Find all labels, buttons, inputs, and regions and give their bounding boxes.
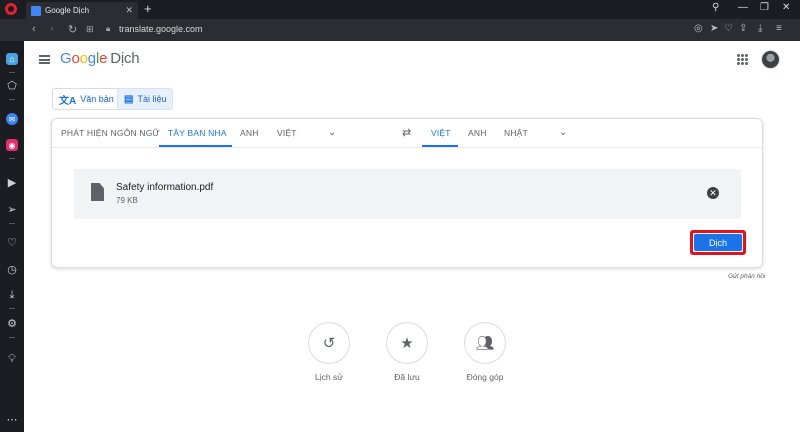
back-icon[interactable]: ‹: [32, 23, 36, 35]
avatar[interactable]: [761, 50, 780, 69]
address-bar: ‹ › ↻ ⊞ 🔒︎ translate.google.com ◎ ➤ ♡ ⇪ …: [0, 19, 800, 41]
history-clock-icon[interactable]: ◷: [6, 263, 18, 276]
browser-sidebar: ⌂ ⬠ ✉ ◉ ▶ ➢ ♡ ◷ ⤓ ⚙ 💡︎ ⋯: [0, 41, 24, 432]
remove-file-icon[interactable]: ✕: [707, 187, 719, 199]
divider: [9, 223, 15, 224]
saved-label: Đã lưu: [394, 372, 420, 382]
star-icon[interactable]: ★: [386, 322, 428, 364]
opera-logo-icon[interactable]: [5, 3, 17, 15]
file-name: Safety information.pdf: [116, 182, 214, 193]
minimize-icon[interactable]: —: [738, 2, 748, 13]
new-tab-icon[interactable]: +: [144, 1, 152, 16]
send-icon[interactable]: ➤: [710, 23, 718, 34]
google-translate-favicon-icon: [31, 5, 41, 16]
lightbulb-icon[interactable]: 💡︎: [6, 353, 18, 365]
document-mode-label: Tài liệu: [137, 94, 167, 104]
file-icon: [91, 183, 104, 201]
tab-close-icon[interactable]: ✕: [125, 5, 133, 16]
translate-button[interactable]: Dịch: [694, 234, 742, 251]
lock-icon: 🔒︎: [106, 24, 111, 33]
tab-title: Google Dịch: [45, 6, 90, 15]
document-icon: ▤: [124, 93, 134, 105]
language-bar: PHÁT HIỆN NGÔN NGỮ TÂY BAN NHA ANH VIỆT …: [52, 119, 762, 148]
google-translate-page: Google Dịch 文A Văn bản ▤ Tài liệu PHÁT HI…: [24, 41, 800, 432]
divider: [9, 337, 15, 338]
divider: [9, 158, 15, 159]
logo-google: Google: [60, 50, 108, 67]
translate-icon: 文A: [59, 95, 77, 107]
settings-gear-icon[interactable]: ⚙: [6, 317, 18, 330]
history-icon[interactable]: ↺: [308, 322, 350, 364]
target-lang-japanese[interactable]: NHẬT: [504, 128, 528, 138]
source-lang-selected-indicator: [159, 145, 232, 147]
source-lang-more-chevron-icon[interactable]: ⌄: [328, 127, 336, 138]
file-size: 79 KB: [116, 196, 138, 205]
history-item[interactable]: ↺ Lịch sử: [299, 322, 359, 382]
messenger-icon[interactable]: ✉: [6, 113, 18, 125]
divider: [9, 308, 15, 309]
text-mode-button[interactable]: 文A Văn bản: [52, 88, 121, 110]
source-lang-detect[interactable]: PHÁT HIỆN NGÔN NGỮ: [61, 128, 160, 138]
share-icon[interactable]: ⇪: [739, 23, 747, 34]
player-icon[interactable]: ▶: [6, 176, 18, 189]
send-feedback-link[interactable]: Gửi phản hồi: [728, 273, 765, 280]
camera-icon[interactable]: ◎: [694, 23, 703, 34]
browser-tab-bar: Google Dịch ✕ + ⚲ — ❐ ✕: [0, 0, 800, 19]
reload-icon[interactable]: ↻: [68, 23, 77, 36]
logo-suffix: Dịch: [110, 50, 140, 67]
heart-icon[interactable]: ♡: [724, 23, 733, 34]
history-label: Lịch sử: [315, 372, 343, 382]
divider: [9, 72, 15, 73]
contribute-people-icon[interactable]: 👥︎: [464, 322, 506, 364]
menu-icon[interactable]: ≡: [776, 23, 782, 34]
contribute-item[interactable]: 👥︎ Đóng góp: [455, 322, 515, 382]
text-mode-label: Văn bản: [80, 94, 114, 104]
divider: [9, 99, 15, 100]
speed-dial-pin-icon[interactable]: ⬠: [6, 79, 18, 92]
browser-tab[interactable]: Google Dịch ✕: [26, 2, 138, 19]
google-apps-icon[interactable]: [737, 54, 748, 65]
swap-languages-icon[interactable]: ⇄: [402, 126, 411, 139]
maximize-icon[interactable]: ❐: [760, 2, 769, 13]
bookmarks-heart-icon[interactable]: ♡: [6, 236, 18, 249]
forward-icon[interactable]: ›: [50, 23, 54, 35]
uploaded-file: Safety information.pdf 79 KB ✕: [74, 169, 741, 219]
saved-item[interactable]: ★ Đã lưu: [377, 322, 437, 382]
target-lang-more-chevron-icon[interactable]: ⌄: [559, 127, 567, 138]
target-lang-vietnamese[interactable]: VIỆT: [431, 128, 451, 138]
more-options-icon[interactable]: ⋯: [6, 413, 18, 426]
speed-dial-icon[interactable]: ⊞: [86, 24, 94, 35]
url-field[interactable]: translate.google.com: [119, 24, 203, 34]
document-mode-button[interactable]: ▤ Tài liệu: [117, 88, 174, 110]
translate-button-highlight: Dịch: [690, 230, 746, 255]
google-translate-logo[interactable]: Google Dịch: [60, 50, 140, 67]
search-icon[interactable]: ⚲: [712, 2, 719, 13]
send-flow-icon[interactable]: ➢: [6, 203, 18, 216]
source-lang-english[interactable]: ANH: [240, 128, 259, 138]
home-icon[interactable]: ⌂: [6, 53, 18, 65]
target-lang-english[interactable]: ANH: [468, 128, 487, 138]
hamburger-menu-icon[interactable]: [39, 55, 50, 64]
close-window-icon[interactable]: ✕: [782, 2, 790, 13]
download-icon[interactable]: ⤓: [758, 23, 762, 34]
contribute-label: Đóng góp: [466, 372, 504, 382]
instagram-icon[interactable]: ◉: [6, 139, 18, 151]
source-lang-vietnamese[interactable]: VIỆT: [277, 128, 297, 138]
source-lang-spanish[interactable]: TÂY BAN NHA: [168, 128, 227, 138]
target-lang-selected-indicator: [422, 145, 458, 147]
translate-card: PHÁT HIỆN NGÔN NGỮ TÂY BAN NHA ANH VIỆT …: [51, 118, 763, 268]
downloads-icon[interactable]: ⤓: [6, 289, 18, 301]
